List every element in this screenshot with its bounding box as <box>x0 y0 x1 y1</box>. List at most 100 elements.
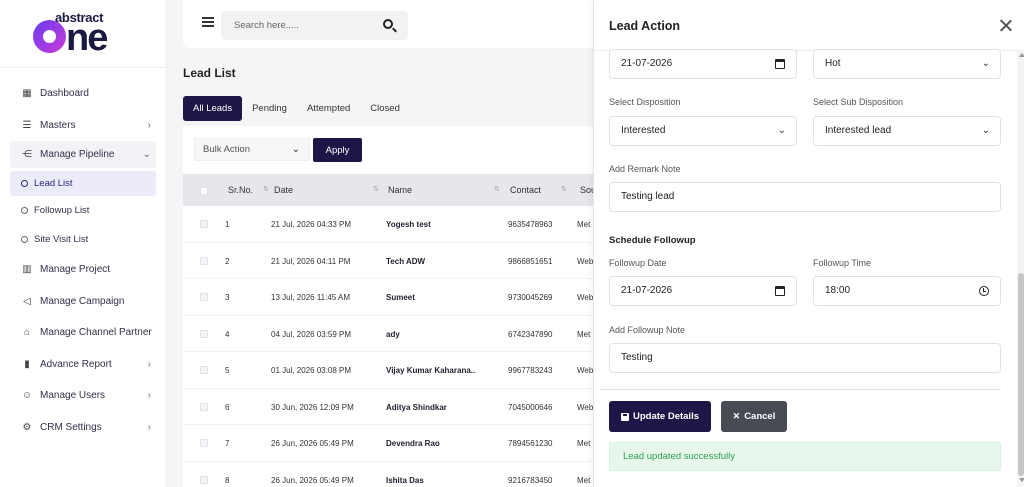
update-details-button[interactable]: Update Details <box>609 401 711 432</box>
search-box <box>221 11 408 40</box>
lead-status-select[interactable]: Hot ⌄ <box>813 49 1001 79</box>
page-title: Lead List <box>183 66 236 80</box>
row-checkbox[interactable] <box>200 256 208 265</box>
sub-disposition-select[interactable]: Interested lead ⌄ <box>813 116 1001 146</box>
sort-icon: ⇅ <box>561 186 567 193</box>
column-header-srno[interactable]: Sr.No. ⇅ <box>228 185 269 195</box>
bulk-action-select[interactable]: Bulk Action ⌄ <box>194 138 310 161</box>
row-checkbox[interactable] <box>200 329 208 338</box>
remark-input[interactable]: Testing lead <box>609 182 1001 212</box>
chevron-down-icon: ⌄ <box>981 125 990 136</box>
sidebar-subitem-site-visit-list[interactable]: Site Visit List <box>0 225 166 254</box>
gear-icon: ⚙ <box>22 421 32 433</box>
sidebar-item-manage-campaign[interactable]: ◁ Manage Campaign <box>0 286 166 318</box>
building-icon: ▥ <box>22 264 32 276</box>
topbar <box>183 0 593 48</box>
tab-pending[interactable]: Pending <box>242 96 297 121</box>
close-icon[interactable] <box>999 19 1012 32</box>
followup-note-input[interactable]: Testing <box>609 343 1001 373</box>
tab-closed[interactable]: Closed <box>360 96 410 121</box>
chevron-right-icon: › <box>147 358 151 370</box>
apply-button[interactable]: Apply <box>313 138 362 162</box>
bar-chart-icon: ▮ <box>24 358 30 370</box>
row-checkbox[interactable] <box>200 402 208 411</box>
calendar-icon[interactable] <box>775 286 785 296</box>
sidebar: abstract ne ▦ Dashboard ☰ Masters › ⋲ Ma… <box>0 0 167 487</box>
row-checkbox[interactable] <box>200 366 208 374</box>
column-header-name[interactable]: Name ⇅ <box>388 185 500 195</box>
disposition-select[interactable]: Interested ⌄ <box>609 116 797 146</box>
column-header-contact[interactable]: Contact ⇅ <box>510 185 567 195</box>
sort-icon: ⇅ <box>373 186 379 193</box>
drawer-scrollbar[interactable] <box>1017 51 1024 487</box>
sidebar-item-manage-pipeline[interactable]: ⋲ Manage Pipeline ⌄ <box>10 141 156 168</box>
sidebar-item-crm-settings[interactable]: ⚙ CRM Settings › <box>0 412 166 444</box>
select-all-checkbox[interactable] <box>200 187 208 195</box>
sidebar-item-label: Manage Channel Partner <box>40 327 152 339</box>
scroll-down-arrow-icon[interactable] <box>1019 478 1024 482</box>
sidebar-item-dashboard[interactable]: ▦ Dashboard <box>0 78 166 110</box>
lead-date-field[interactable]: 21-07-2026 <box>609 49 797 79</box>
lead-table-card: Bulk Action ⌄ Apply Sr.No. ⇅ Date ⇅ Name ⇅ … <box>183 126 593 487</box>
scrollbar-thumb[interactable] <box>1018 273 1024 476</box>
search-icon[interactable] <box>383 19 393 29</box>
remark-label: Add Remark Note <box>609 164 681 174</box>
table-row[interactable]: 7 26 Jun, 2026 05:49 PM Devendra Rao 789… <box>183 425 593 462</box>
sidebar-item-masters[interactable]: ☰ Masters › <box>0 110 166 142</box>
table-header: Sr.No.⇅ Date⇅ Name⇅ Contact⇅ Sou <box>183 174 593 206</box>
tab-all-leads[interactable]: All Leads <box>183 96 243 121</box>
sidebar-item-label: Followup List <box>34 205 90 216</box>
followup-time-label: Followup Time <box>813 258 872 268</box>
hamburger-menu-icon[interactable] <box>202 17 214 27</box>
table-row[interactable]: 4 04 Jul, 2026 03:59 PM ady 6742347890 M… <box>183 316 593 352</box>
sidebar-item-label: Lead List <box>34 178 73 189</box>
sub-disposition-label: Select Sub Disposition <box>813 97 904 107</box>
chevron-down-icon: ⌄ <box>981 58 990 69</box>
megaphone-icon: ◁ <box>23 295 31 307</box>
sort-icon: ⇅ <box>494 186 500 193</box>
sidebar-item-advance-report[interactable]: ▮ Advance Report › <box>0 349 166 381</box>
sidebar-item-label: Advance Report <box>40 358 112 370</box>
cancel-button[interactable]: ✕ Cancel <box>721 401 787 432</box>
table-row[interactable]: 1 21 Jul, 2026 04:33 PM Yogesh test 9635… <box>183 206 593 243</box>
calendar-icon[interactable] <box>775 59 785 69</box>
drawer-title: Lead Action <box>609 19 681 33</box>
dashboard-icon: ▦ <box>22 88 32 100</box>
row-checkbox[interactable] <box>200 475 208 484</box>
table-row[interactable]: 6 30 Jun, 2026 12:09 PM Aditya Shindkar … <box>183 389 593 425</box>
row-checkbox[interactable] <box>200 220 208 228</box>
lead-action-drawer: Lead Action 21-07-2026 Hot ⌄ Select Disp… <box>593 0 1024 487</box>
sidebar-subitem-lead-list[interactable]: Lead List <box>10 171 156 196</box>
scroll-up-arrow-icon[interactable] <box>1019 53 1024 57</box>
sidebar-item-label: Masters <box>40 119 76 131</box>
logo[interactable]: abstract ne <box>0 0 166 68</box>
sidebar-item-manage-channel-partner[interactable]: ⌂ Manage Channel Partner <box>0 317 166 349</box>
table-row[interactable]: 8 26 Jun, 2026 05:49 PM Ishita Das 92167… <box>183 462 593 487</box>
lead-tabs: All Leads Pending Attempted Closed <box>183 96 410 121</box>
followup-date-field[interactable]: 21-07-2026 <box>609 276 797 306</box>
sidebar-item-manage-project[interactable]: ▥ Manage Project <box>0 254 166 286</box>
sidebar-subitem-followup-list[interactable]: Followup List <box>0 196 166 225</box>
pipeline-icon: ⋲ <box>22 149 32 160</box>
sidebar-nav: ▦ Dashboard ☰ Masters › ⋲ Manage Pipelin… <box>0 68 166 443</box>
logo-text-big: ne <box>33 16 108 60</box>
sidebar-item-label: Manage Users <box>40 390 106 402</box>
followup-note-label: Add Followup Note <box>609 325 686 335</box>
sidebar-item-manage-users[interactable]: ☺ Manage Users › <box>0 380 166 412</box>
table-row[interactable]: 5 01 Jul, 2026 03:08 PM Vijay Kumar Kaha… <box>183 352 593 389</box>
column-header-date[interactable]: Date ⇅ <box>274 185 379 195</box>
row-checkbox[interactable] <box>200 439 208 447</box>
followup-time-field[interactable]: 18:00 <box>813 276 1001 306</box>
table-row[interactable]: 3 13 Jul, 2026 11:45 AM Sumeet 973004526… <box>183 279 593 316</box>
row-checkbox[interactable] <box>200 293 208 301</box>
sidebar-item-label: Site Visit List <box>34 234 89 245</box>
chevron-down-icon: ⌄ <box>291 144 300 155</box>
sidebar-item-label: Dashboard <box>40 88 89 100</box>
clock-icon[interactable] <box>979 286 989 296</box>
column-header-source[interactable]: Sou <box>580 185 593 195</box>
sidebar-item-label: CRM Settings <box>40 421 102 433</box>
tab-attempted[interactable]: Attempted <box>297 96 360 121</box>
search-input[interactable] <box>221 11 371 40</box>
table-row[interactable]: 2 21 Jul, 2026 04:11 PM Tech ADW 9866851… <box>183 243 593 279</box>
logo-o-mark <box>33 20 66 53</box>
